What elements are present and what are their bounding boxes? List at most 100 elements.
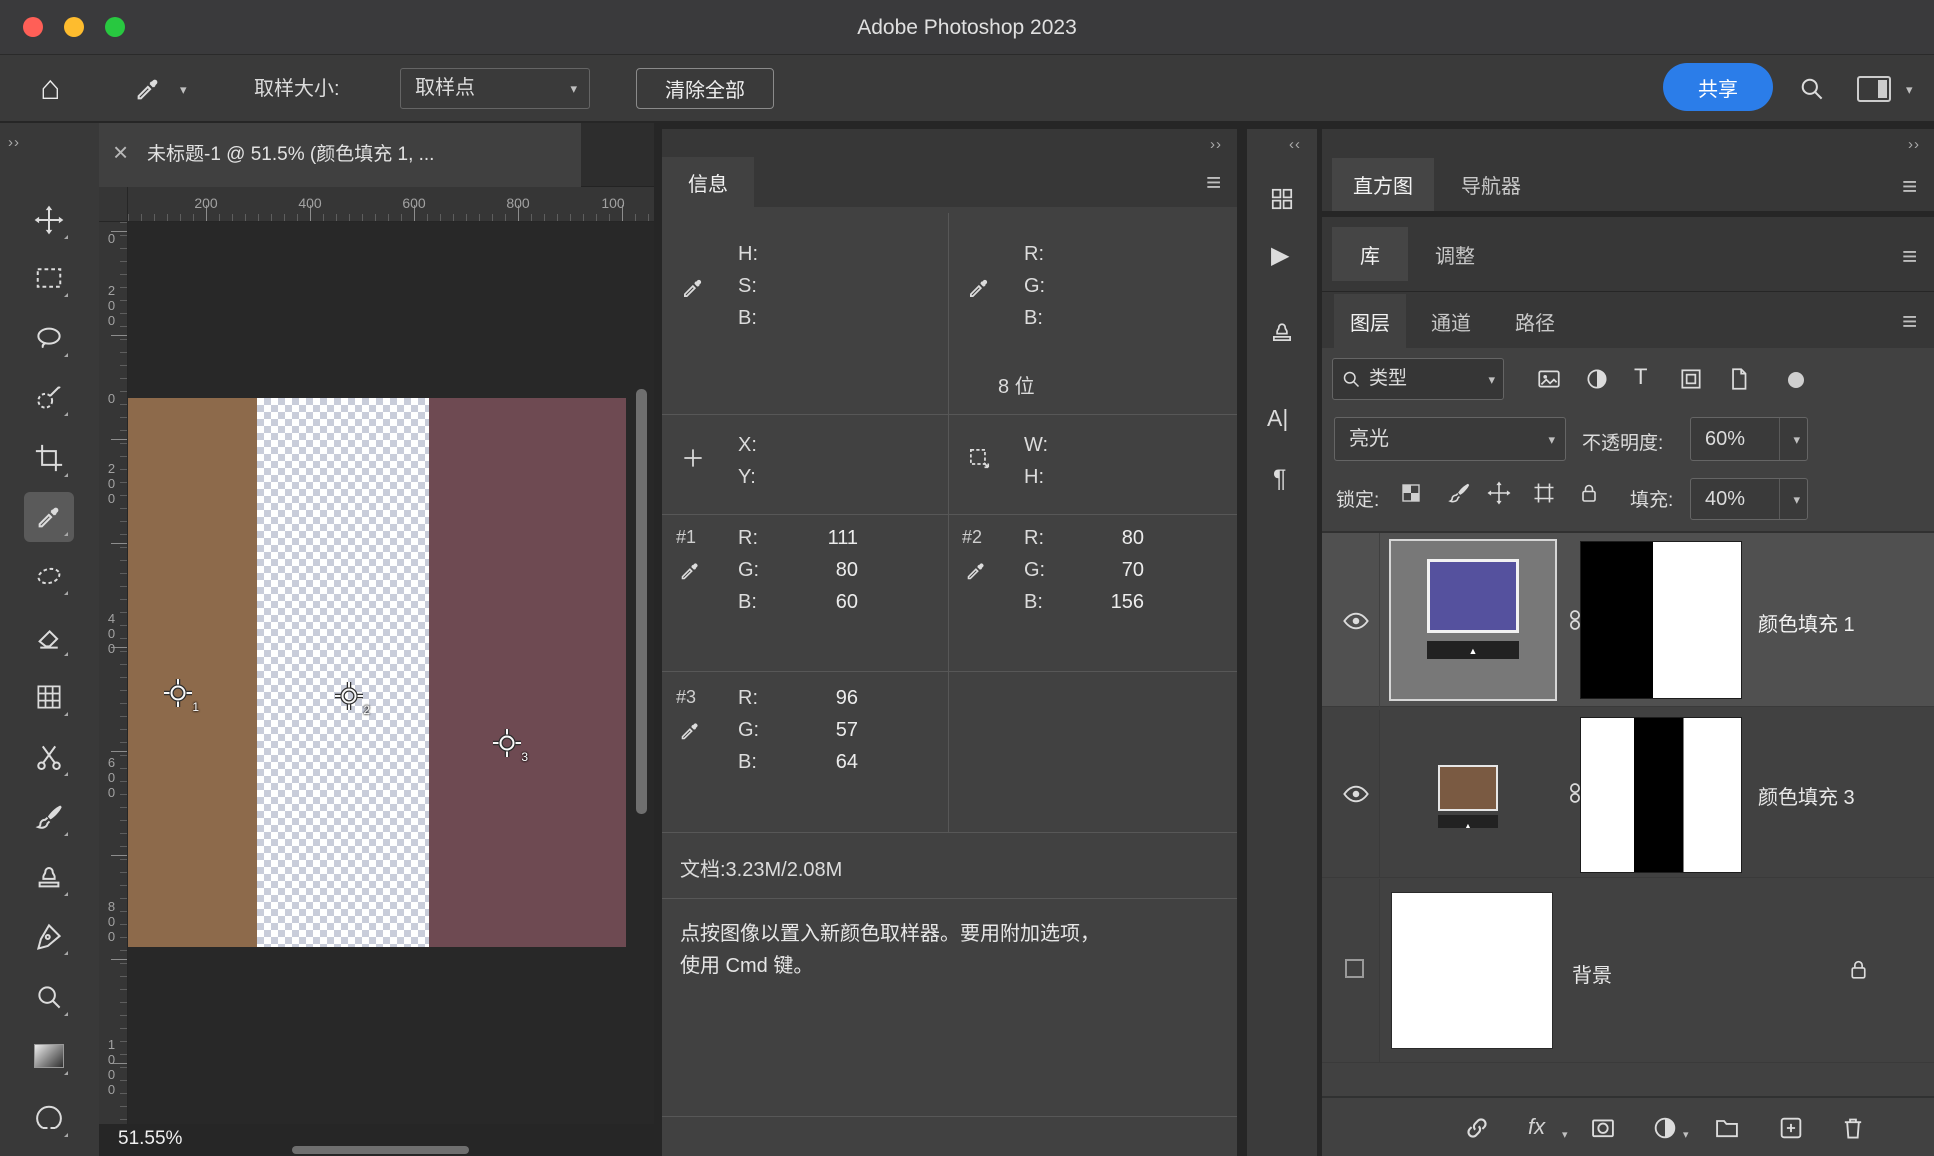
layer-style-fx-icon[interactable]: fx [1528, 1114, 1545, 1140]
rectangular-marquee-tool[interactable] [24, 253, 74, 303]
filter-toggle-icon[interactable] [1788, 372, 1804, 388]
clear-all-button[interactable]: 清除全部 [636, 68, 774, 109]
slice-tool[interactable] [24, 732, 74, 782]
eyedropper-tool[interactable] [24, 492, 74, 542]
lock-all-icon[interactable] [1577, 481, 1601, 505]
dodge-tool[interactable] [24, 972, 74, 1022]
delete-layer-trash-icon[interactable] [1839, 1114, 1867, 1142]
tab-histogram[interactable]: 直方图 [1332, 158, 1434, 211]
gradient-tool[interactable] [24, 1031, 74, 1081]
pattern-stamp-tool[interactable] [24, 672, 74, 722]
tab-channels[interactable]: 通道 [1412, 294, 1490, 348]
hand-tool[interactable] [24, 1093, 74, 1143]
share-button[interactable]: 共享 [1663, 63, 1773, 111]
workspace-chevron-icon[interactable]: ▾ [1906, 83, 1913, 96]
home-icon[interactable]: ⌂ [40, 55, 61, 121]
fill-layer-thumbnail[interactable]: ▲ [1389, 539, 1557, 701]
visibility-eye-icon[interactable] [1342, 607, 1370, 635]
lock-artboard-icon[interactable] [1532, 481, 1556, 505]
lasso-tool[interactable] [24, 313, 74, 363]
swatches-panel-icon[interactable] [1269, 186, 1295, 212]
healing-brush-tool[interactable] [24, 551, 74, 601]
layers-menu-icon[interactable]: ≡ [1902, 308, 1917, 334]
crop-tool[interactable] [24, 433, 74, 483]
layer-filter-dropdown[interactable]: 类型 ▾ [1332, 358, 1504, 400]
ruler-label: 0 [105, 231, 118, 246]
search-icon[interactable] [1798, 75, 1825, 102]
tab-paths[interactable]: 路径 [1496, 294, 1574, 348]
layer-mask-thumbnail[interactable] [1580, 541, 1742, 699]
layer-mask-thumbnail[interactable] [1580, 717, 1742, 873]
layer-row-background[interactable]: 背景 [1322, 879, 1934, 1063]
layers-tab-strip: 图层 通道 路径 ≡ [1322, 292, 1934, 348]
eraser-tool[interactable] [24, 612, 74, 662]
zoom-level[interactable]: 51.55% [118, 1128, 182, 1150]
quick-selection-tool[interactable] [24, 372, 74, 422]
filter-shape-layers-icon[interactable] [1678, 366, 1704, 392]
layer-row-color-fill-1[interactable]: ▲ 颜色填充 1 [1322, 533, 1934, 707]
color-sampler-1[interactable]: 1 [163, 678, 193, 708]
workspace-icon[interactable] [1857, 76, 1891, 102]
brush-tool[interactable] [24, 792, 74, 842]
document-tab[interactable]: × 未标题-1 @ 51.5% (颜色填充 1, ... [99, 123, 581, 187]
lock-pixels-icon[interactable] [1447, 481, 1471, 505]
sample-size-dropdown[interactable]: 取样点 ▾ [400, 68, 590, 109]
new-adjustment-layer-icon[interactable] [1651, 1114, 1679, 1142]
visibility-checkbox[interactable] [1345, 959, 1364, 978]
visibility-eye-icon[interactable] [1342, 780, 1370, 808]
add-layer-mask-icon[interactable] [1589, 1114, 1617, 1142]
blend-mode-dropdown[interactable]: 亮光 ▾ [1334, 417, 1566, 461]
character-panel-icon[interactable]: A| [1267, 405, 1288, 432]
move-tool[interactable] [24, 195, 74, 245]
tab-libraries[interactable]: 库 [1332, 227, 1408, 281]
info-panel-menu-icon[interactable]: ≡ [1206, 169, 1221, 195]
filter-smart-objects-icon[interactable] [1726, 366, 1752, 392]
tools-expand-chevron-icon[interactable]: ›› [8, 135, 20, 150]
panels-collapse-chevron-icon[interactable]: ›› [1908, 137, 1920, 152]
layer-name[interactable]: 背景 [1572, 959, 1612, 988]
ruler-label: 600 [105, 755, 118, 800]
opacity-dropdown[interactable]: 60% ▾ [1690, 417, 1808, 461]
layer-name[interactable]: 颜色填充 1 [1758, 608, 1855, 637]
fill-dropdown[interactable]: 40% ▾ [1690, 478, 1808, 520]
fill-layer-thumbnail[interactable]: ▲ [1438, 765, 1502, 831]
fill-label: 填充: [1630, 485, 1673, 512]
background-thumbnail[interactable] [1391, 892, 1553, 1049]
tab-info[interactable]: 信息 [662, 157, 754, 207]
layer-name[interactable]: 颜色填充 3 [1758, 781, 1855, 810]
tab-adjustments[interactable]: 调整 [1414, 227, 1496, 281]
lock-transparency-icon[interactable] [1399, 481, 1423, 505]
color-sampler-3[interactable]: 3 [492, 728, 522, 758]
layer-row-color-fill-3[interactable]: ▲ 颜色填充 3 [1322, 710, 1934, 878]
paragraph-panel-icon[interactable]: ¶ [1273, 465, 1286, 494]
horizontal-scrollbar[interactable] [292, 1146, 469, 1154]
clone-stamp-tool[interactable] [24, 852, 74, 902]
layer-lock-icon [1846, 957, 1871, 982]
filter-type-layers-icon[interactable]: T [1634, 364, 1647, 390]
actions-panel-icon[interactable]: ▶ [1271, 241, 1289, 270]
opacity-value: 60% [1705, 418, 1745, 460]
tab-layers[interactable]: 图层 [1334, 294, 1406, 348]
info-panel-header: ›› 信息 ≡ [662, 129, 1237, 207]
pen-tool[interactable] [24, 911, 74, 961]
info-collapse-chevron-icon[interactable]: ›› [1210, 137, 1222, 152]
history-panel-icon[interactable] [1269, 319, 1295, 345]
libraries-menu-icon[interactable]: ≡ [1902, 243, 1917, 269]
filter-pixel-layers-icon[interactable] [1536, 366, 1562, 392]
eyedropper-tool-preview-icon[interactable] [133, 74, 163, 104]
link-layers-icon[interactable] [1463, 1114, 1491, 1142]
vertical-scrollbar[interactable] [636, 389, 647, 814]
new-group-folder-icon[interactable] [1713, 1114, 1741, 1142]
lock-position-icon[interactable] [1487, 481, 1511, 505]
color-sampler-2[interactable]: 2 [334, 681, 364, 711]
tab-close-icon[interactable]: × [113, 137, 128, 168]
tab-navigator[interactable]: 导航器 [1440, 158, 1542, 211]
tool-preview-chevron-icon[interactable]: ▾ [180, 83, 187, 96]
rgb-eyedropper-icon [966, 275, 992, 301]
dock-collapse-chevron-icon[interactable]: ‹‹ [1289, 137, 1301, 152]
filter-adjustment-layers-icon[interactable] [1584, 366, 1610, 392]
histogram-menu-icon[interactable]: ≡ [1902, 173, 1917, 199]
info-column-divider [948, 213, 949, 833]
canvas-viewport[interactable]: 1 2 3 [128, 222, 654, 1124]
new-layer-icon[interactable] [1777, 1114, 1805, 1142]
